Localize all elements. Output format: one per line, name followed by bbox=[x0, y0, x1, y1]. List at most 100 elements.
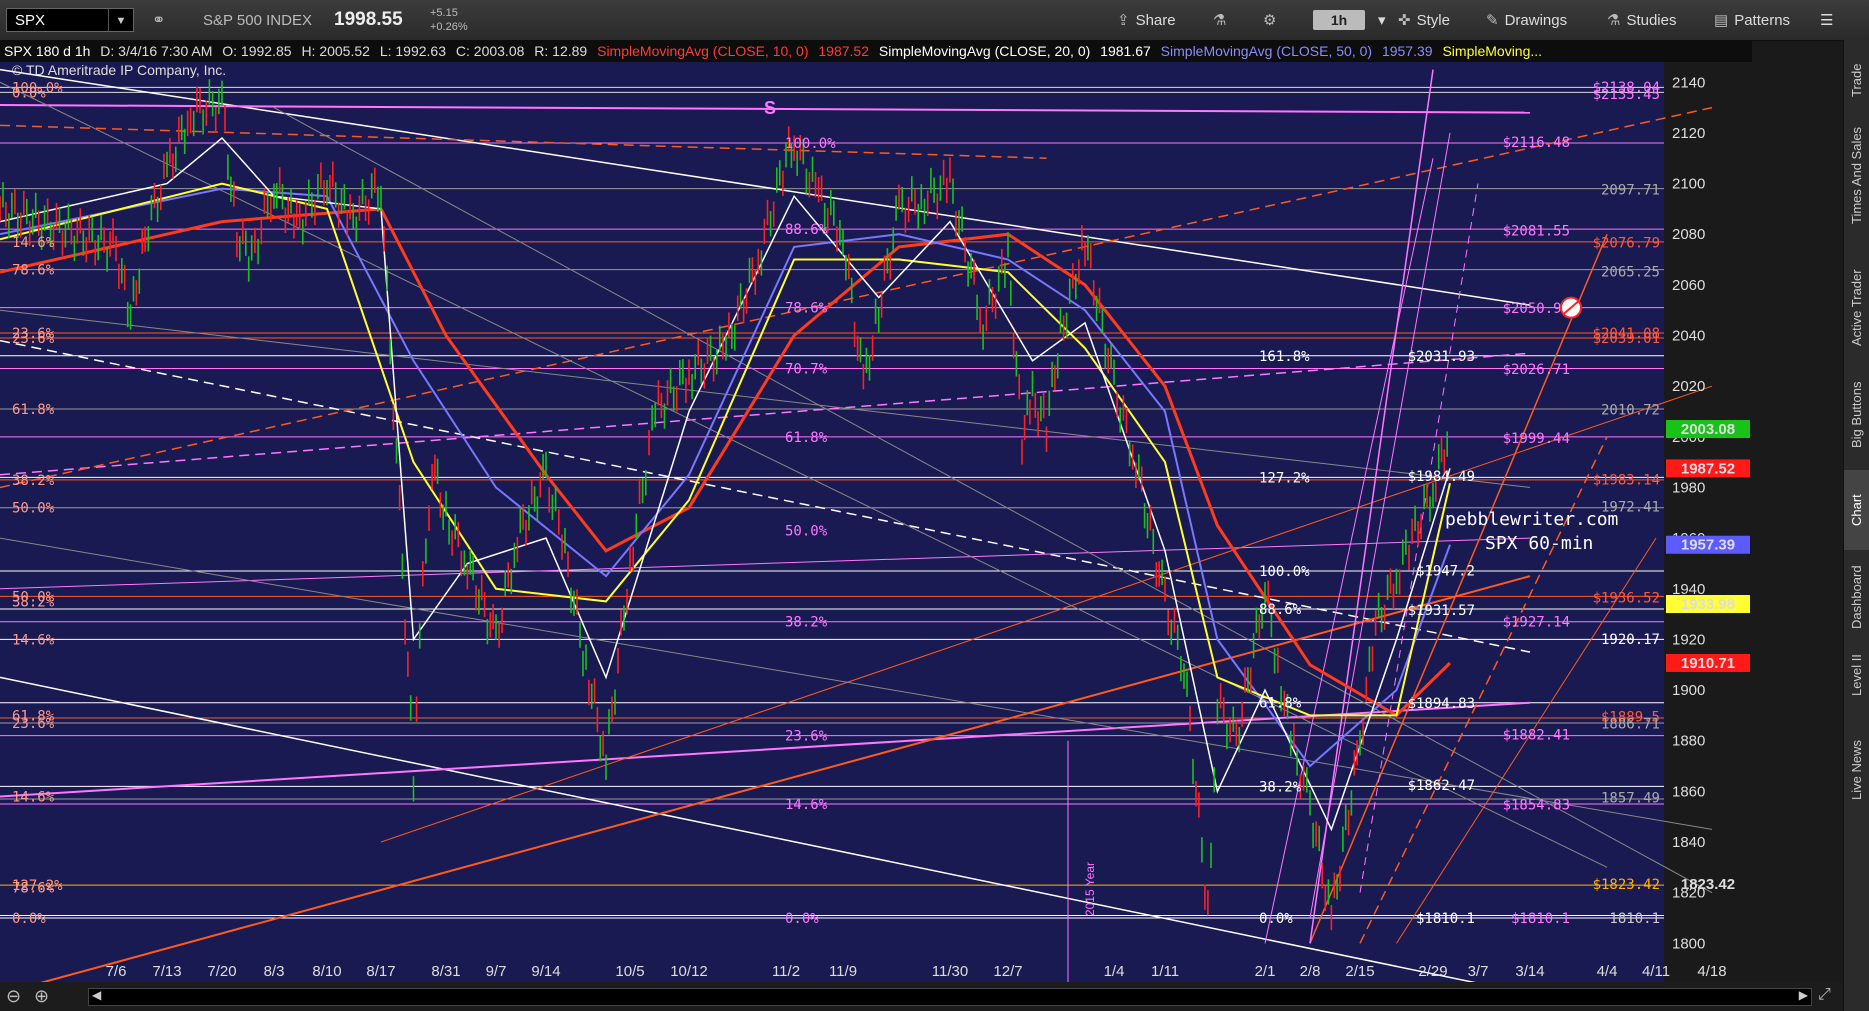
sma10-label[interactable]: SimpleMovingAvg (CLOSE, 10, 0) bbox=[597, 43, 808, 59]
link-icon[interactable]: ⚭ bbox=[152, 10, 165, 30]
fib-label-mid: 0.0% bbox=[785, 911, 819, 927]
x-tick-label: 2/29 bbox=[1418, 963, 1447, 980]
fib-label-left: 14.6% bbox=[12, 235, 55, 251]
top-toolbar: SPX ▼ ⚭ S&P 500 INDEX 1998.55 +5.15 +0.2… bbox=[0, 0, 1869, 41]
price-level-label: $1999.44 bbox=[1503, 431, 1570, 447]
price-level-label: $2031.93 bbox=[1408, 349, 1475, 365]
x-tick-label: 3/14 bbox=[1515, 963, 1544, 980]
sidebar-tab-chart[interactable]: Chart bbox=[1844, 470, 1869, 550]
chevron-down-icon[interactable]: ▼ bbox=[108, 9, 133, 31]
sidebar-tab-times-and-sales[interactable]: Times And Sales bbox=[1844, 110, 1869, 240]
price-level-label: $2050.91 bbox=[1503, 301, 1570, 317]
sidebar-tab-level-ii[interactable]: Level II bbox=[1844, 640, 1869, 710]
sma20-value: 1981.67 bbox=[1100, 43, 1151, 59]
studies-button[interactable]: ⚗ Studies bbox=[1607, 11, 1677, 29]
axis-price-badge-text: 1957.39 bbox=[1681, 537, 1735, 554]
year-marker: 2015 Year bbox=[1083, 862, 1097, 917]
share-button[interactable]: ⇪ Share bbox=[1117, 11, 1176, 29]
price-level-label: $2135.45 bbox=[1593, 87, 1660, 103]
x-tick-label: 1/4 bbox=[1104, 963, 1125, 980]
timeframe-selector[interactable]: 1h bbox=[1313, 10, 1365, 30]
x-tick-label: 8/31 bbox=[431, 963, 460, 980]
sidebar-tab-trade[interactable]: Trade bbox=[1844, 50, 1869, 110]
x-tick-label: 8/10 bbox=[312, 963, 341, 980]
x-tick-label: 9/14 bbox=[531, 963, 560, 980]
sidebar-tab-dashboard[interactable]: Dashboard bbox=[1844, 560, 1869, 635]
price-level-label: 1857.49 bbox=[1601, 791, 1660, 807]
fib-label-left: 50.0% bbox=[12, 501, 55, 517]
fib-label-right: 0.0% bbox=[1259, 911, 1293, 927]
axis-price-badge-text: 1910.71 bbox=[1681, 655, 1735, 672]
x-tick-label: 9/7 bbox=[486, 963, 507, 980]
sidebar-tab-active-trader[interactable]: Active Trader bbox=[1844, 255, 1869, 360]
share-icon: ⇪ bbox=[1117, 12, 1130, 29]
y-tick-label: 1840 bbox=[1672, 834, 1705, 851]
flask-button[interactable]: ⚗ bbox=[1213, 11, 1232, 29]
sma-more-label[interactable]: SimpleMoving... bbox=[1442, 43, 1542, 59]
s-marker: S bbox=[764, 98, 777, 118]
fib-label-right: 38.2% bbox=[1259, 779, 1302, 795]
study-info-bar: SPX 180 d 1h D: 3/4/16 7:30 AM O: 1992.8… bbox=[0, 40, 1752, 62]
style-button[interactable]: ✜ Style bbox=[1398, 11, 1450, 29]
x-tick-label: 2/15 bbox=[1345, 963, 1374, 980]
price-level-label: $1927.14 bbox=[1503, 614, 1570, 630]
sma50-label[interactable]: SimpleMovingAvg (CLOSE, 50, 0) bbox=[1161, 43, 1372, 59]
y-tick-label: 1900 bbox=[1672, 682, 1705, 699]
expand-icon[interactable]: ⤢ bbox=[1818, 986, 1831, 1004]
axis-price-badge-text: 1823.42 bbox=[1681, 876, 1735, 893]
horizontal-scrollbar[interactable]: ◀ ▶ bbox=[88, 988, 1812, 1006]
fib-label-left: 38.2% bbox=[12, 473, 55, 489]
right-sidebar: Trade Times And Sales Active Trader Big But… bbox=[1843, 40, 1869, 1011]
zoom-out-icon[interactable]: ⊖ bbox=[6, 986, 21, 1007]
price-level-label: $1931.57 bbox=[1408, 603, 1475, 619]
x-tick-label: 2/8 bbox=[1300, 963, 1321, 980]
drawings-button[interactable]: ✎ Drawings bbox=[1486, 11, 1567, 29]
price-level-label: $2026.71 bbox=[1503, 362, 1570, 378]
y-tick-label: 2020 bbox=[1672, 378, 1705, 395]
fib-label-left: 14.6% bbox=[12, 632, 55, 648]
x-tick-label: 1/11 bbox=[1151, 963, 1179, 980]
y-tick-label: 1800 bbox=[1672, 935, 1705, 952]
fib-label-right: 61.8% bbox=[1259, 696, 1302, 712]
sidebar-tab-live-news[interactable]: Live News bbox=[1844, 720, 1869, 820]
zoom-in-icon[interactable]: ⊕ bbox=[34, 986, 49, 1007]
patterns-button[interactable]: ▤ Patterns bbox=[1714, 11, 1790, 29]
x-tick-label: 7/6 bbox=[106, 963, 127, 980]
price-level-label: $1823.42 bbox=[1593, 877, 1660, 893]
fib-label-left: 23.6% bbox=[12, 716, 55, 732]
sidebar-tab-big-buttons[interactable]: Big Buttons bbox=[1844, 370, 1869, 460]
scroll-left-icon[interactable]: ◀ bbox=[92, 988, 101, 1002]
y-tick-label: 1880 bbox=[1672, 733, 1705, 750]
chart-title: SPX 180 d 1h bbox=[4, 43, 91, 59]
sma10-value: 1987.52 bbox=[818, 43, 869, 59]
menu-icon[interactable]: ☰ bbox=[1820, 11, 1833, 29]
x-tick-label: 8/17 bbox=[366, 963, 395, 980]
sma20-label[interactable]: SimpleMovingAvg (CLOSE, 20, 0) bbox=[879, 43, 1090, 59]
symbol-selector[interactable]: SPX ▼ bbox=[6, 8, 134, 32]
bottom-bar: ⊖ ⊕ ◀ ▶ ⤢ bbox=[0, 982, 1843, 1011]
scroll-right-icon[interactable]: ▶ bbox=[1799, 988, 1808, 1002]
pencil-icon: ✎ bbox=[1486, 12, 1499, 29]
chevron-down-icon[interactable]: ▾ bbox=[1378, 11, 1386, 29]
y-tick-label: 1980 bbox=[1672, 479, 1705, 496]
x-tick-label: 4/4 bbox=[1597, 963, 1618, 980]
price-level-label: $1936.52 bbox=[1593, 591, 1660, 607]
fib-label-right: 161.8% bbox=[1259, 349, 1310, 365]
fib-label-mid: 38.2% bbox=[785, 615, 828, 631]
x-tick-label: 11/2 bbox=[772, 963, 800, 980]
bar-low: L: 1992.63 bbox=[379, 43, 446, 59]
price-level-label: 2010.72 bbox=[1601, 403, 1660, 419]
x-tick-label: 10/5 bbox=[615, 963, 644, 980]
price-chart[interactable]: 100.0% 0.0% 14.6% 78.6% 23.6% 23.6% 61.8% 38.2%… bbox=[0, 62, 1752, 995]
axis-price-badge-text: 2003.08 bbox=[1681, 421, 1735, 438]
y-tick-label: 2080 bbox=[1672, 226, 1705, 243]
index-name: S&P 500 INDEX bbox=[203, 12, 312, 29]
gear-button[interactable]: ⚙ bbox=[1263, 11, 1282, 29]
fib-label-left: 0.0% bbox=[12, 85, 46, 101]
copyright-text: © TD Ameritrade IP Company, Inc. bbox=[12, 62, 227, 78]
price-level-label: 2065.25 bbox=[1601, 265, 1660, 281]
bar-range: R: 12.89 bbox=[534, 43, 588, 59]
fib-label-mid: 100.0% bbox=[785, 136, 836, 152]
price-level-label: $2039.01 bbox=[1593, 331, 1660, 347]
fib-label-left: 78.6% bbox=[12, 263, 55, 279]
